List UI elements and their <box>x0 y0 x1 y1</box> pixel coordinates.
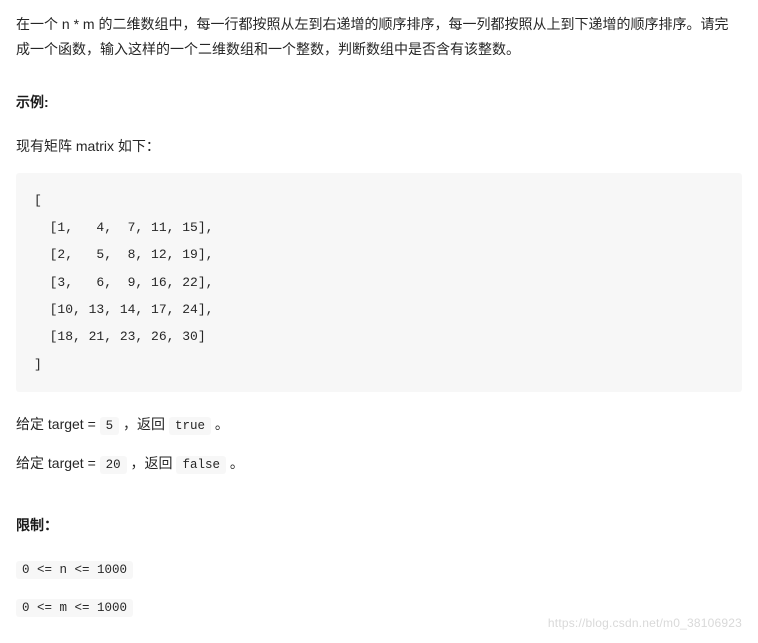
matrix-code-block: [ [1, 4, 7, 11, 15], [2, 5, 8, 12, 19], … <box>16 173 742 392</box>
watermark: https://blog.csdn.net/m0_38106923 <box>548 613 742 635</box>
example-case-1: 给定 target = 5 ，返回 true 。 <box>16 412 742 438</box>
constraint-1: 0 <= n <= 1000 <box>16 556 742 582</box>
case1-suffix: 。 <box>211 416 229 432</box>
case1-mid: ，返回 <box>119 416 169 432</box>
case2-result: false <box>176 456 226 474</box>
constraint-1-code: 0 <= n <= 1000 <box>16 561 133 579</box>
case2-prefix: 给定 target = <box>16 455 100 471</box>
example-intro: 现有矩阵 matrix 如下： <box>16 134 742 159</box>
constraint-2-code: 0 <= m <= 1000 <box>16 599 133 617</box>
case2-mid: ，返回 <box>127 455 177 471</box>
case1-prefix: 给定 target = <box>16 416 100 432</box>
case2-suffix: 。 <box>226 455 244 471</box>
case1-result: true <box>169 417 211 435</box>
example-case-2: 给定 target = 20 ，返回 false 。 <box>16 451 742 477</box>
constraints-title: 限制： <box>16 513 742 538</box>
problem-description: 在一个 n * m 的二维数组中，每一行都按照从左到右递增的顺序排序，每一列都按… <box>16 12 742 62</box>
case1-value: 5 <box>100 417 120 435</box>
example-title: 示例: <box>16 90 742 115</box>
case2-value: 20 <box>100 456 127 474</box>
